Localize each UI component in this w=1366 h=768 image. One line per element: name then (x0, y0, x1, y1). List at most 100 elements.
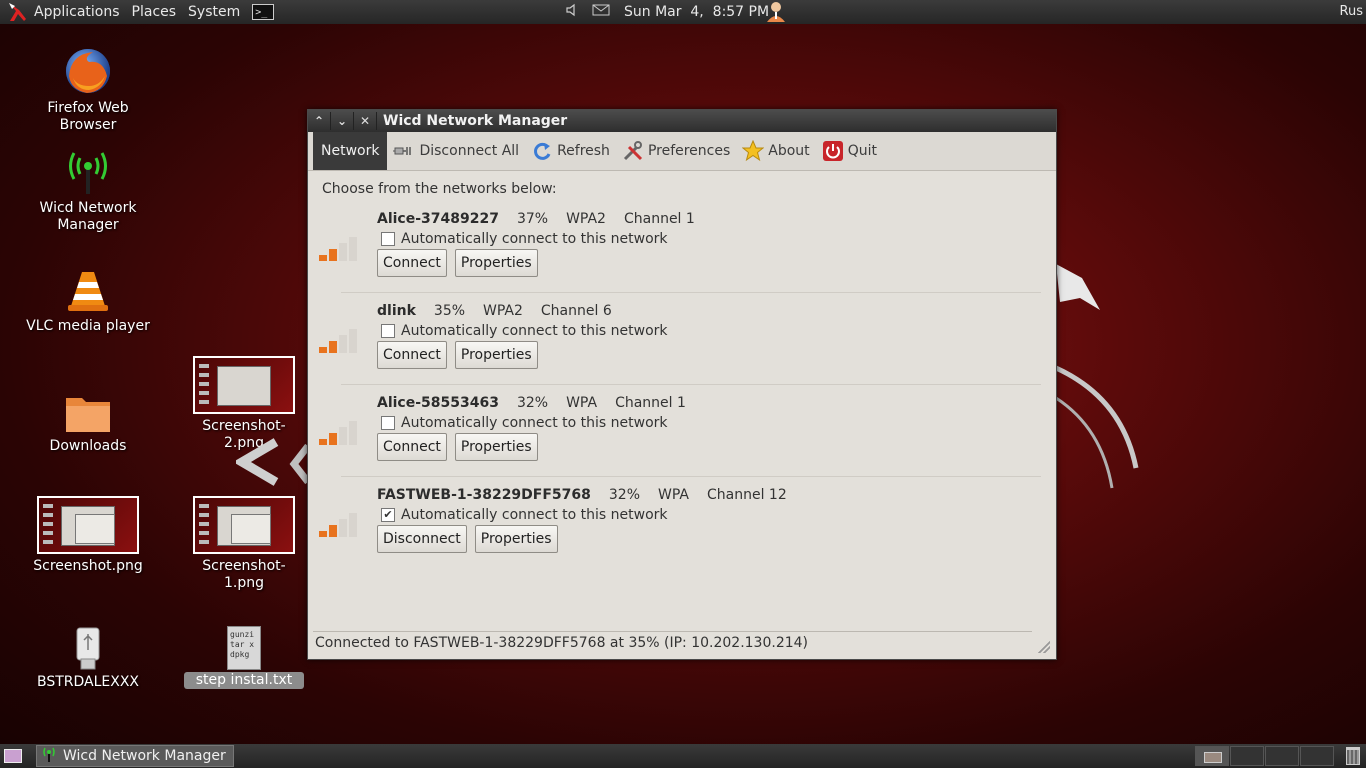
network-info: Alice-58553463 32% WPA Channel 1 (377, 395, 704, 411)
disconnect-all-button[interactable]: Disconnect All (387, 132, 525, 170)
user-icon[interactable] (764, 1, 788, 27)
show-desktop-icon[interactable] (4, 749, 22, 763)
signal-strength-icon (319, 507, 369, 537)
network-security: WPA (566, 395, 598, 411)
properties-button[interactable]: Properties (454, 433, 538, 461)
preferences-label: Preferences (647, 143, 731, 159)
window-titlebar[interactable]: ⌃ ⌄ ✕ Wicd Network Manager (308, 110, 1056, 132)
resize-grip-icon[interactable] (1038, 641, 1050, 653)
firefox-icon (66, 49, 110, 93)
auto-connect-toggle[interactable]: Automatically connect to this network (381, 231, 668, 247)
auto-connect-checkbox[interactable] (381, 416, 395, 430)
refresh-button[interactable]: Refresh (525, 132, 616, 170)
menu-applications[interactable]: Applications (34, 4, 120, 20)
desktop-icon-firefox[interactable]: Firefox Web Browser (18, 46, 158, 134)
network-channel: Channel 6 (540, 303, 612, 319)
desktop-icon-screenshot[interactable]: Screenshot.png (18, 496, 158, 575)
connect-button[interactable]: Connect (377, 433, 447, 461)
quit-button[interactable]: Quit (816, 132, 883, 170)
wicd-window: ⌃ ⌄ ✕ Wicd Network Manager Network Disco… (307, 109, 1057, 660)
menu-system[interactable]: System (188, 4, 240, 20)
signal-strength-icon (319, 415, 369, 445)
kali-dragon-icon[interactable] (6, 1, 28, 23)
desktop-icon-downloads[interactable]: Downloads (18, 392, 158, 455)
connect-button[interactable]: Connect (377, 341, 447, 369)
network-info: FASTWEB-1-38229DFF5768 32% WPA Channel 12 (377, 487, 805, 503)
usb-drive-icon (76, 627, 100, 670)
top-panel: Applications Places System >_ Sun Mar 4,… (0, 0, 1366, 24)
network-security: WPA2 (566, 211, 606, 227)
signal-strength-icon (319, 231, 369, 261)
auto-connect-label: Automatically connect to this network (401, 415, 668, 431)
properties-button[interactable]: Properties (474, 525, 558, 553)
workspace-2[interactable] (1230, 746, 1264, 766)
close-icon[interactable]: ✕ (354, 112, 377, 130)
signal-strength-icon (319, 323, 369, 353)
network-channel: Channel 12 (706, 487, 787, 503)
desktop-icon-label: VLC media player (26, 318, 150, 334)
network-security: WPA (658, 487, 689, 503)
properties-button[interactable]: Properties (454, 341, 538, 369)
divider (341, 292, 1041, 293)
status-bar: Connected to FASTWEB-1-38229DFF5768 at 3… (313, 631, 1032, 654)
wicd-antenna-icon (69, 152, 107, 194)
wallpaper-arrow-decoration (236, 438, 308, 486)
desktop-icon-vlc[interactable]: VLC media player (18, 268, 158, 335)
preferences-button[interactable]: Preferences (616, 132, 736, 170)
clock[interactable]: Sun Mar 4, 8:57 PM (624, 4, 769, 20)
vlc-cone-icon (68, 272, 108, 311)
terminal-icon[interactable]: >_ (252, 4, 275, 20)
connect-button[interactable]: Connect (377, 249, 447, 277)
network-label: Network (321, 143, 380, 159)
taskbar-button-wicd[interactable]: Wicd Network Manager (36, 745, 234, 767)
auto-connect-toggle[interactable]: Automatically connect to this network (381, 415, 668, 431)
auto-connect-checkbox-checked[interactable]: ✔ (381, 508, 395, 522)
workspace-3[interactable] (1265, 746, 1299, 766)
keyboard-layout[interactable]: Rus (1340, 4, 1363, 19)
divider (341, 384, 1041, 385)
about-button[interactable]: About (736, 132, 815, 170)
properties-button[interactable]: Properties (454, 249, 538, 277)
menu-places[interactable]: Places (132, 4, 177, 20)
disconnect-button[interactable]: Disconnect (377, 525, 467, 553)
workspace-1[interactable] (1195, 746, 1229, 766)
desktop-icon-wicd[interactable]: Wicd Network Manager (18, 148, 158, 234)
trash-icon[interactable] (1346, 747, 1360, 765)
network-security: WPA2 (483, 303, 523, 319)
network-button[interactable]: Network (313, 132, 388, 170)
network-channel: Channel 1 (623, 211, 695, 227)
about-label: About (768, 143, 810, 159)
network-strength: 37% (516, 211, 549, 227)
desktop-icon-usb-drive[interactable]: BSTRDALEXXX (18, 626, 158, 691)
star-icon (742, 140, 765, 162)
taskbar-label: Wicd Network Manager (63, 748, 226, 764)
auto-connect-toggle[interactable]: Automatically connect to this network (381, 323, 668, 339)
auto-connect-label: Automatically connect to this network (401, 231, 668, 247)
workspace-4[interactable] (1300, 746, 1334, 766)
minimize-icon[interactable]: ⌃ (308, 112, 331, 130)
desktop-icon-step-instal[interactable]: gunzi tar x dpkg step instal.txt (184, 626, 304, 689)
volume-icon[interactable] (566, 3, 578, 21)
network-strength: 32% (608, 487, 641, 503)
maximize-icon[interactable]: ⌄ (331, 112, 354, 130)
network-ssid: FASTWEB-1-38229DFF5768 (377, 487, 591, 503)
desktop-icon-label: BSTRDALEXXX (36, 674, 140, 690)
network-info: dlink 35% WPA2 Channel 6 (377, 303, 630, 319)
mail-icon[interactable] (592, 4, 610, 20)
image-thumbnail (37, 496, 139, 554)
power-icon (822, 140, 844, 162)
image-thumbnail (193, 496, 295, 554)
desktop-icon-label: Wicd Network Manager (39, 200, 137, 233)
disconnect-all-label: Disconnect All (419, 143, 520, 159)
auto-connect-checkbox[interactable] (381, 232, 395, 246)
network-strength: 32% (516, 395, 549, 411)
network-entry: dlink 35% WPA2 Channel 6 Automatically conn… (313, 303, 1033, 393)
desktop-icon-screenshot-1[interactable]: Screenshot-1.png (184, 496, 304, 592)
auto-connect-toggle[interactable]: ✔ Automatically connect to this network (381, 507, 668, 523)
auto-connect-checkbox[interactable] (381, 324, 395, 338)
text-file-icon: gunzi tar x dpkg (227, 626, 261, 670)
window-title: Wicd Network Manager (383, 113, 568, 129)
clock-area: Sun Mar 4, 8:57 PM (566, 0, 769, 24)
desktop-icon-label: step instal.txt (184, 672, 304, 689)
network-info: Alice-37489227 37% WPA2 Channel 1 (377, 211, 713, 227)
